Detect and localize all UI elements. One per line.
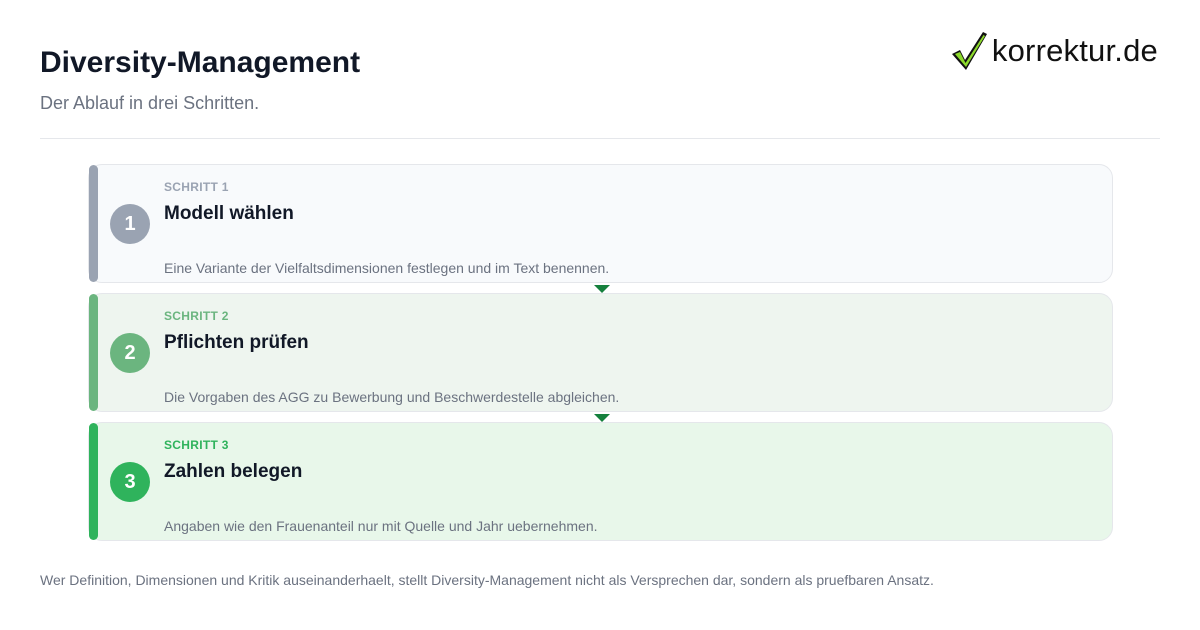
checkmark-icon (951, 32, 987, 70)
step-card-1: 1 SCHRITT 1 Modell wählen Eine Variante … (88, 164, 1113, 293)
step-label: SCHRITT 2 (164, 309, 229, 323)
arrow-down-icon (594, 414, 610, 422)
step-accent-bar (89, 294, 98, 411)
step-description: Angaben wie den Frauenanteil nur mit Que… (164, 518, 598, 534)
step-list: 1 SCHRITT 1 Modell wählen Eine Variante … (88, 164, 1113, 551)
arrow-down-icon (594, 285, 610, 293)
step-accent-bar (89, 165, 98, 282)
page-subtitle: Der Ablauf in drei Schritten. (40, 93, 260, 113)
logo-text: korrektur.de (991, 33, 1158, 68)
header: Diversity-Management Der Ablauf in drei … (40, 44, 360, 114)
step-heading: Zahlen belegen (164, 461, 303, 482)
header-divider (40, 138, 1160, 139)
step-label: SCHRITT 3 (164, 438, 229, 452)
step-description: Die Vorgaben des AGG zu Bewerbung und Be… (164, 389, 620, 405)
step-heading: Modell wählen (164, 203, 294, 224)
step-description: Eine Variante der Vielfaltsdimensionen f… (164, 260, 610, 276)
step-label: SCHRITT 1 (164, 180, 229, 194)
step-number-badge: 1 (110, 204, 150, 244)
page-title: Diversity-Management (40, 46, 361, 79)
step-card-3: 3 SCHRITT 3 Zahlen belegen Angaben wie d… (88, 422, 1113, 541)
footer-note: Wer Definition, Dimensionen und Kritik a… (40, 572, 934, 588)
step-number-badge: 3 (110, 462, 150, 502)
step-number-badge: 2 (110, 333, 150, 373)
step-heading: Pflichten prüfen (164, 332, 309, 353)
brand-logo[interactable]: korrektur.de (950, 30, 1158, 72)
step-card-2: 2 SCHRITT 2 Pflichten prüfen Die Vorgabe… (88, 293, 1113, 422)
step-accent-bar (89, 423, 98, 540)
